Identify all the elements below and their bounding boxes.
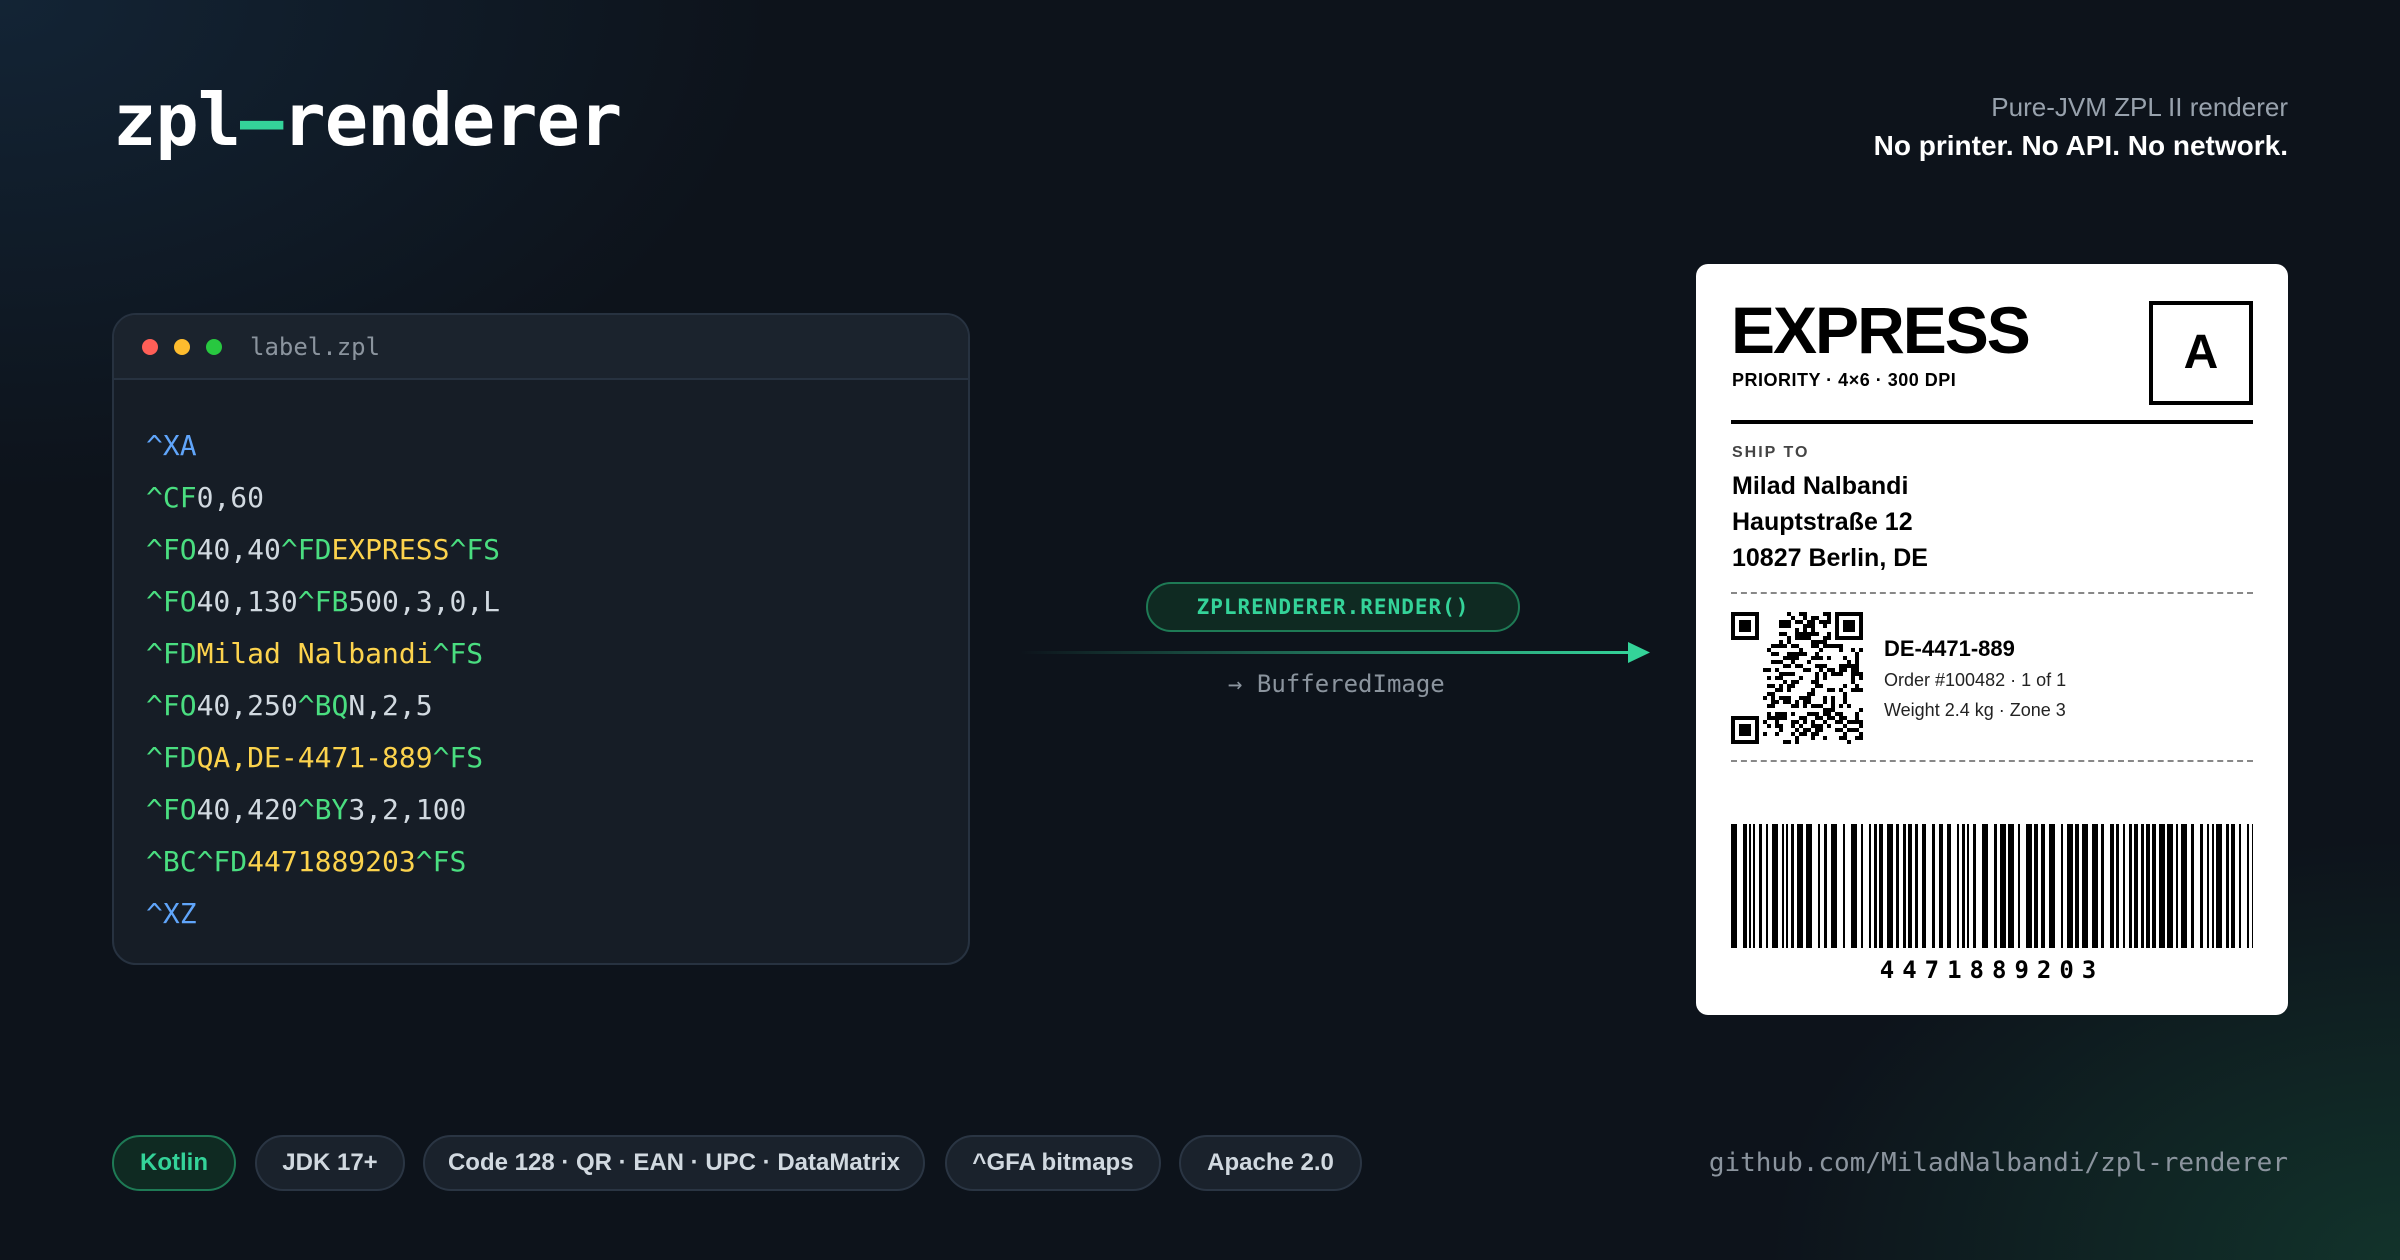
code-token: 40,420	[196, 793, 298, 826]
chip-jdk: JDK 17+	[255, 1135, 405, 1191]
code-token: ^BC	[146, 845, 197, 878]
window-close-dot	[142, 339, 158, 355]
chip-barcode-formats: Code 128 · QR · EAN · UPC · DataMatrix	[423, 1135, 925, 1191]
code-token: 500,3,0,L	[348, 585, 501, 618]
code-token: 40,250	[196, 689, 298, 722]
code-token: ^FS	[432, 741, 484, 774]
arrow-right-icon	[1020, 642, 1650, 663]
weight-info: Weight 2.4 kg · Zone 3	[1884, 700, 2066, 720]
code-line: ^FDMilad Nalbandi^FS	[146, 628, 500, 680]
chip-gfa-bitmaps: ^GFA bitmaps	[945, 1135, 1161, 1191]
label-dashed-divider	[1731, 592, 2253, 594]
code-editor-window: label.zpl ^XA ^CF0,60 ^FO40,40^FDEXPRESS^F…	[112, 313, 970, 965]
chip-license: Apache 2.0	[1179, 1135, 1362, 1191]
code-token: ^FO	[146, 533, 197, 566]
tracking-number: DE-4471-889	[1884, 636, 2015, 661]
tagline: Pure-JVM ZPL II renderer No printer. No …	[1874, 92, 2288, 163]
label-divider	[1731, 420, 2253, 424]
recipient-city: 10827 Berlin, DE	[1732, 544, 1928, 572]
code-token: 4471889203	[247, 845, 416, 878]
code-token: ^FS	[432, 637, 484, 670]
code-line: ^FDQA,DE-4471-889^FS	[146, 732, 500, 784]
chip-kotlin: Kotlin	[112, 1135, 236, 1191]
qr-code	[1731, 612, 1863, 744]
label-service-title: EXPRESS	[1731, 293, 2031, 367]
code-token: ^FD	[280, 533, 332, 566]
recipient-street: Hauptstraße 12	[1732, 508, 1913, 536]
title-part-renderer: renderer	[282, 78, 622, 162]
code-body: ^XA ^CF0,60 ^FO40,40^FDEXPRESS^FS ^FO40,130…	[146, 420, 500, 940]
code-token: ^FS	[449, 533, 501, 566]
code-token: ^FD	[196, 845, 248, 878]
code-token: ^FD	[146, 741, 197, 774]
code-line: ^FO40,40^FDEXPRESS^FS	[146, 524, 500, 576]
render-call-pill: ZPLRENDERER.RENDER()	[1146, 582, 1520, 632]
code-token: Milad Nalbandi	[196, 637, 433, 670]
file-name: label.zpl	[250, 333, 381, 361]
code-token: ^FD	[146, 637, 197, 670]
window-maximize-dot	[206, 339, 222, 355]
code-token: ^FB	[297, 585, 349, 618]
window-minimize-dot	[174, 339, 190, 355]
code-token: ^XA	[146, 429, 197, 462]
order-info: Order #100482 · 1 of 1	[1884, 670, 2067, 690]
code-token: 0,60	[196, 481, 265, 514]
code-line: ^XA	[146, 420, 500, 472]
app-title: zpl—renderer	[113, 84, 622, 156]
tagline-subtitle: Pure-JVM ZPL II renderer	[1991, 92, 2288, 122]
code-line: ^XZ	[146, 888, 500, 940]
code-token: ^FO	[146, 585, 197, 618]
code-line: ^FO40,250^BQN,2,5	[146, 680, 500, 732]
code-token: ^CF	[146, 481, 197, 514]
code-token: ^FO	[146, 793, 197, 826]
title-part-zpl: zpl	[113, 78, 241, 162]
code-token: ^BQ	[297, 689, 349, 722]
code-token: 40,130	[196, 585, 298, 618]
label-meta: PRIORITY · 4×6 · 300 DPI	[1732, 370, 1957, 390]
code-token: N,2,5	[348, 689, 433, 722]
code-line: ^FO40,130^FB500,3,0,L	[146, 576, 500, 628]
code-token: QA,DE-4471-889	[196, 741, 433, 774]
code-token: ^FO	[146, 689, 197, 722]
code-token: 40,40	[196, 533, 281, 566]
repo-link[interactable]: github.com/MiladNalbandi/zpl-renderer	[1709, 1148, 2288, 1178]
label-dashed-divider	[1731, 760, 2253, 762]
recipient-name: Milad Nalbandi	[1732, 472, 1909, 500]
rendered-label-preview: EXPRESS PRIORITY · 4×6 · 300 DPI A SHIP …	[1696, 264, 2288, 1015]
code-token: ^BY	[297, 793, 349, 826]
barcode-number: 4471889203	[1879, 956, 2105, 984]
title-dash: —	[240, 78, 283, 162]
return-type-label: → BufferedImage	[1228, 670, 1445, 698]
barcode	[1731, 824, 2253, 948]
code-token: 3,2,100	[348, 793, 467, 826]
code-token: EXPRESS	[331, 533, 450, 566]
code-line: ^BC^FD4471889203^FS	[146, 836, 500, 888]
code-line: ^CF0,60	[146, 472, 500, 524]
label-zone-box: A	[2149, 301, 2253, 405]
ship-to-heading: SHIP TO	[1732, 444, 1810, 461]
code-token: ^XZ	[146, 897, 197, 930]
code-token: ^FS	[415, 845, 467, 878]
code-window-titlebar: label.zpl	[114, 315, 968, 380]
tagline-headline: No printer. No API. No network.	[1873, 130, 2288, 162]
code-line: ^FO40,420^BY3,2,100	[146, 784, 500, 836]
